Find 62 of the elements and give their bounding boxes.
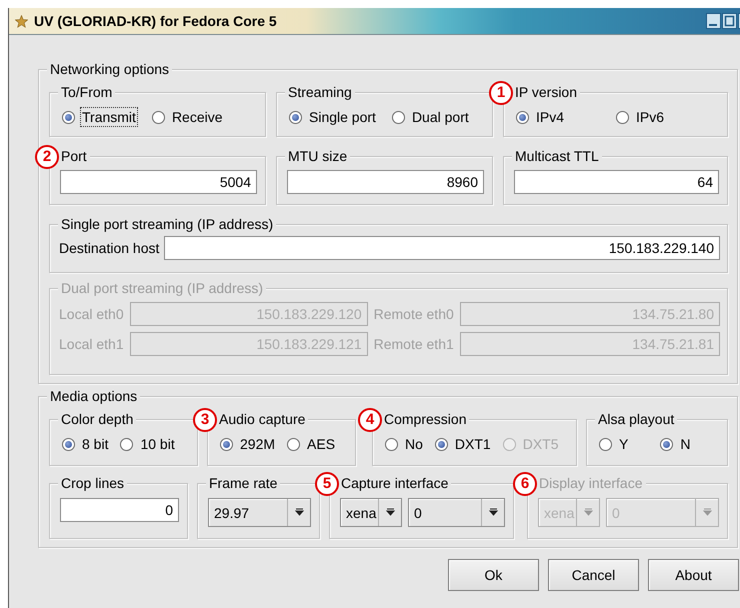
caret-icon	[294, 508, 304, 517]
group-label: Port	[61, 148, 87, 164]
group-label: Compression	[384, 411, 466, 427]
text-field[interactable]: 64	[514, 170, 719, 194]
field-label: Local eth0	[59, 306, 124, 322]
field-label: Destination host	[59, 240, 160, 256]
star-icon	[15, 14, 28, 28]
group-label: Frame rate	[209, 475, 278, 491]
text-field[interactable]: 150.183.229.140	[164, 236, 720, 260]
callout-number: 2	[35, 145, 59, 169]
dialog-button[interactable]: About	[648, 559, 739, 591]
caret-icon	[702, 508, 712, 517]
text-field[interactable]: 8960	[287, 170, 484, 194]
minimize-icon[interactable]	[706, 13, 721, 29]
radio-option[interactable]: N	[660, 434, 692, 454]
group-label: Single port streaming (IP address)	[61, 216, 274, 232]
radio-option[interactable]: IPv6	[616, 107, 666, 127]
group-label: Capture interface	[341, 475, 448, 491]
radio-option[interactable]: Y	[599, 434, 630, 454]
radio-option[interactable]: Receive	[152, 107, 225, 127]
maximize-icon[interactable]	[722, 13, 737, 29]
group-label: To/From	[61, 84, 112, 100]
dialog-button[interactable]: Cancel	[548, 559, 639, 591]
caret-icon	[584, 508, 592, 517]
dropdown[interactable]: xena	[340, 498, 402, 527]
callout-number: 3	[193, 408, 217, 432]
group-label: Multicast TTL	[515, 148, 599, 164]
radio-option[interactable]: Dual port	[392, 107, 471, 127]
group-label: Alsa playout	[598, 411, 674, 427]
text-field[interactable]: 0	[60, 498, 179, 522]
dialog-button[interactable]: Ok	[448, 559, 539, 591]
group-label: Color depth	[61, 411, 134, 427]
field-label: Local eth1	[59, 336, 124, 352]
group-label: Audio capture	[219, 411, 306, 427]
group-label: Networking options	[50, 61, 170, 77]
field-label: Remote eth0	[374, 306, 454, 322]
radio-option[interactable]: No	[385, 434, 425, 454]
group-label: Display interface	[539, 475, 642, 491]
radio-option[interactable]: DXT1	[434, 434, 493, 454]
radio-option[interactable]: AES	[287, 434, 338, 454]
text-field[interactable]: 5004	[60, 170, 257, 194]
group-label: Media options	[50, 388, 138, 404]
radio-option[interactable]: 10 bit	[120, 434, 177, 454]
caret-icon	[488, 508, 498, 517]
callout-number: 1	[489, 81, 513, 105]
radio-option[interactable]: 8 bit	[62, 434, 110, 454]
group-label: Crop lines	[61, 475, 124, 491]
dropdown[interactable]: 29.97	[208, 498, 311, 527]
group-label: IP version	[515, 84, 577, 100]
group-label: MTU size	[288, 148, 348, 164]
callout-number: 4	[358, 408, 382, 432]
radio-option[interactable]: Single port	[289, 107, 378, 127]
group-label: Streaming	[288, 84, 352, 100]
callout-number: 5	[315, 472, 339, 496]
group-label: Dual port streaming (IP address)	[61, 280, 264, 296]
callout-number: 6	[513, 472, 537, 496]
radio-option[interactable]: 292M	[220, 434, 278, 454]
caret-icon	[386, 508, 394, 517]
field-label: Remote eth1	[374, 336, 454, 352]
window-title: UV (GLORIAD-KR) for Fedora Core 5	[34, 13, 278, 29]
dropdown[interactable]: 0	[408, 498, 505, 527]
radio-option[interactable]: IPv4	[516, 107, 566, 127]
